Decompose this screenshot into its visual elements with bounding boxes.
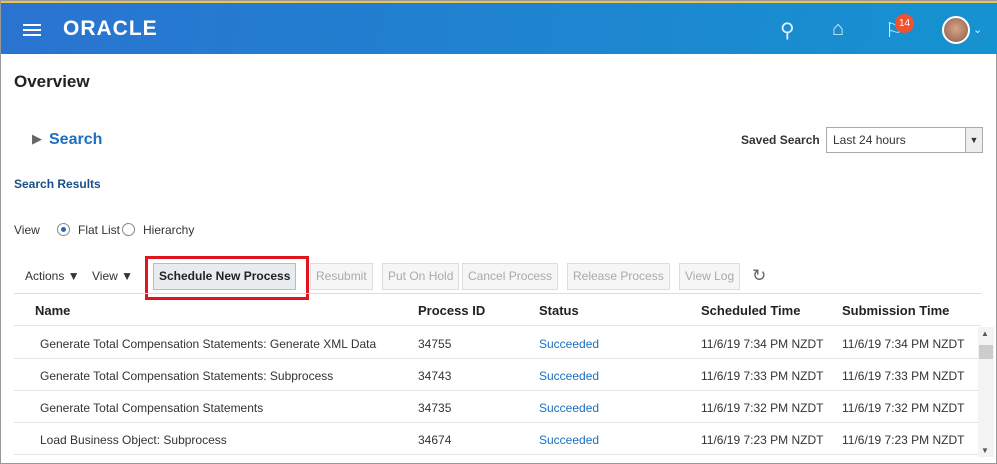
hierarchy-radio[interactable] xyxy=(122,223,135,236)
chevron-down-icon: ▼ xyxy=(965,128,982,152)
cell-status-link[interactable]: Succeeded xyxy=(539,401,599,415)
cell-submission: 11/6/19 7:33 PM NZDT xyxy=(842,369,965,383)
menu-icon[interactable] xyxy=(23,24,41,36)
vertical-scrollbar[interactable]: ▲ ▼ xyxy=(978,327,994,457)
column-header-process-id[interactable]: Process ID xyxy=(418,303,485,318)
table-header: Name Process ID Status Scheduled Time Su… xyxy=(14,294,981,326)
put-on-hold-button[interactable]: Put On Hold xyxy=(382,263,460,290)
refresh-icon[interactable]: ↻ xyxy=(752,266,766,286)
flat-list-radio[interactable] xyxy=(57,223,70,236)
cell-status-link[interactable]: Succeeded xyxy=(539,369,599,383)
column-header-submission-time[interactable]: Submission Time xyxy=(842,303,949,318)
chevron-down-icon[interactable]: ⌄ xyxy=(973,23,982,36)
scroll-up-icon[interactable]: ▲ xyxy=(981,329,989,338)
cell-scheduled: 11/6/19 7:23 PM NZDT xyxy=(701,433,824,447)
table-row[interactable]: Load Business Object: Subprocess 34674 Suc… xyxy=(14,423,981,455)
column-header-status[interactable]: Status xyxy=(539,303,579,318)
cell-process-id: 34755 xyxy=(418,337,452,351)
notification-badge: 14 xyxy=(895,14,914,33)
results-table: Name Process ID Status Scheduled Time Su… xyxy=(14,293,981,455)
cell-submission: 11/6/19 7:23 PM NZDT xyxy=(842,433,965,447)
resubmit-button[interactable]: Resubmit xyxy=(310,263,373,290)
cell-name: Generate Total Compensation Statements xyxy=(40,401,264,415)
scrollbar-thumb[interactable] xyxy=(979,345,993,359)
column-header-name[interactable]: Name xyxy=(35,303,70,318)
scroll-down-icon[interactable]: ▼ xyxy=(981,446,989,455)
cell-name: Generate Total Compensation Statements: … xyxy=(40,369,334,383)
flat-list-label[interactable]: Flat List xyxy=(78,223,120,237)
home-icon[interactable]: ⌂ xyxy=(832,18,844,41)
cell-submission: 11/6/19 7:32 PM NZDT xyxy=(842,401,965,415)
release-process-button[interactable]: Release Process xyxy=(567,263,670,290)
cell-scheduled: 11/6/19 7:32 PM NZDT xyxy=(701,401,824,415)
cancel-process-button[interactable]: Cancel Process xyxy=(462,263,559,290)
saved-search-value: Last 24 hours xyxy=(833,133,906,147)
cell-process-id: 34743 xyxy=(418,369,452,383)
search-section-toggle[interactable]: Search xyxy=(49,131,102,149)
cell-process-id: 34735 xyxy=(418,401,452,415)
view-menu[interactable]: View ▼ xyxy=(92,269,133,283)
search-icon[interactable]: ⚲ xyxy=(780,18,795,43)
saved-search-label: Saved Search xyxy=(741,133,820,147)
hierarchy-label[interactable]: Hierarchy xyxy=(143,223,194,237)
page-title: Overview xyxy=(14,72,90,91)
actions-label: Actions xyxy=(25,269,65,283)
expand-triangle-icon[interactable]: ▶ xyxy=(32,131,42,147)
table-row[interactable]: Generate Total Compensation Statements 34… xyxy=(14,391,981,423)
view-log-button[interactable]: View Log xyxy=(679,263,741,290)
oracle-logo[interactable]: ORACLE xyxy=(63,17,158,41)
search-results-title: Search Results xyxy=(14,177,101,191)
cell-name: Load Business Object: Subprocess xyxy=(40,433,227,447)
cell-status-link[interactable]: Succeeded xyxy=(539,337,599,351)
view-menu-label: View xyxy=(92,269,118,283)
view-label: View xyxy=(14,223,40,237)
table-row[interactable]: Generate Total Compensation Statements: … xyxy=(14,359,981,391)
column-header-scheduled-time[interactable]: Scheduled Time xyxy=(701,303,800,318)
cell-status-link[interactable]: Succeeded xyxy=(539,433,599,447)
avatar[interactable] xyxy=(942,16,970,44)
cell-name: Generate Total Compensation Statements: … xyxy=(40,337,377,351)
cell-process-id: 34674 xyxy=(418,433,452,447)
cell-submission: 11/6/19 7:34 PM NZDT xyxy=(842,337,965,351)
cell-scheduled: 11/6/19 7:34 PM NZDT xyxy=(701,337,824,351)
cell-scheduled: 11/6/19 7:33 PM NZDT xyxy=(701,369,824,383)
top-bar: ORACLE ⚲ ⌂ ⚐ 14 ⌄ xyxy=(1,1,997,54)
saved-search-select[interactable]: Last 24 hours ▼ xyxy=(826,127,983,153)
table-row[interactable]: Generate Total Compensation Statements: … xyxy=(14,327,981,359)
actions-menu[interactable]: Actions ▼ xyxy=(25,269,80,283)
